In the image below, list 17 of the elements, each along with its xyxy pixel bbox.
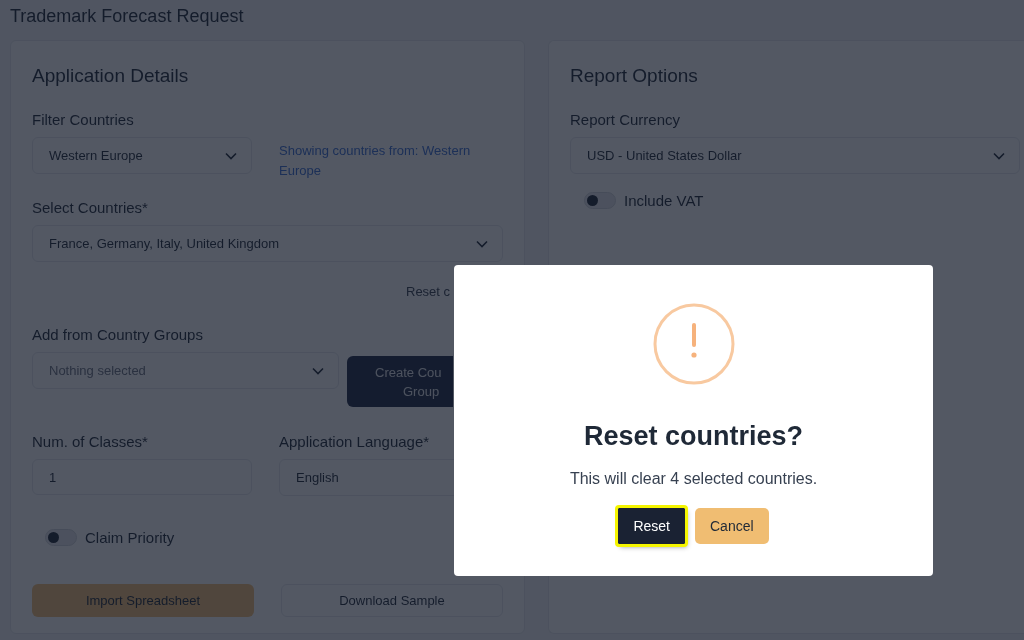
field-label: Select Countries* [32,199,149,216]
page-title: Trademark Forecast Request [10,5,245,28]
field-label: Num. of Classes* [32,433,149,450]
dialog-title: Reset countries? [583,421,804,452]
warning-icon [652,303,735,385]
section-title: Report Options [570,65,699,87]
toggle-label: Include VAT [624,192,704,209]
cancel-button[interactable]: Cancel [695,508,769,544]
field-label: Filter Countries [32,111,135,128]
reset-link[interactable]: Reset c [406,284,451,299]
field-label: Report Currency [570,111,682,128]
field-label: Add from Country Groups [32,326,204,343]
field-label: Application Language* [279,433,431,450]
section-title: Application Details [32,65,190,87]
dialog-message: This will clear 4 selected countries. [569,470,818,488]
toggle-label: Claim Priority [85,529,175,546]
reset-button[interactable]: Reset [618,508,685,544]
